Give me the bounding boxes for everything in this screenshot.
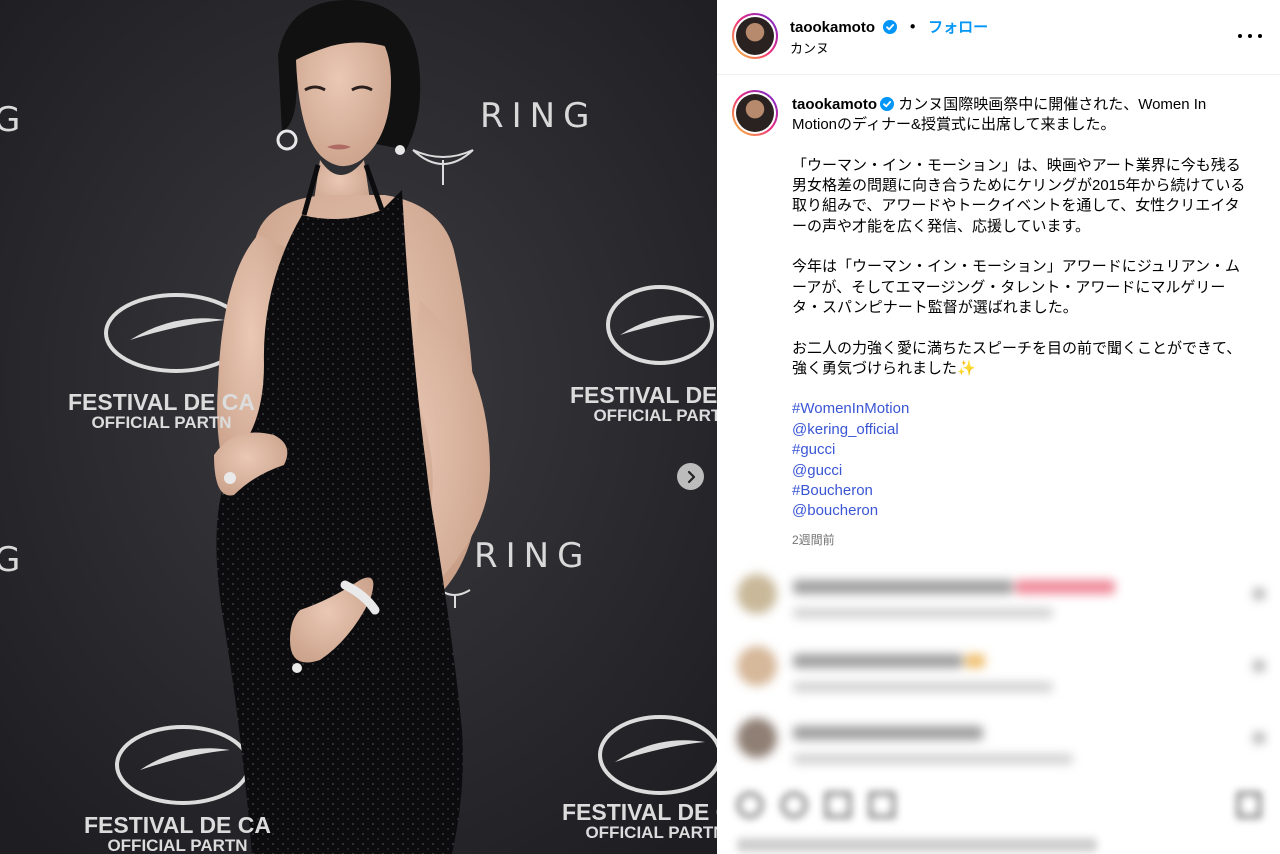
post-caption: taookamoto カンヌ国際映画祭中に開催された、Women In Moti… xyxy=(792,95,1252,522)
mention-link[interactable]: @kering_official xyxy=(792,420,1252,440)
backdrop-brand-text: RING xyxy=(480,96,598,136)
more-dot-icon xyxy=(1258,34,1262,38)
post-header: taookamoto • フォロー カンヌ xyxy=(717,0,1280,75)
comment-row xyxy=(725,570,1280,640)
post-sidebar: taookamoto • フォロー カンヌ taookamoto カンヌ国際映画… xyxy=(717,0,1280,854)
hashtag-list: #WomenInMotion @kering_official #gucci @… xyxy=(792,399,1252,521)
festival-partner: OFFICIAL PARTN xyxy=(91,413,232,433)
comment-row xyxy=(725,714,1280,784)
post-photo[interactable]: RING G RING G FESTIVAL DE CA OFFICIAL PA… xyxy=(0,0,717,854)
chevron-right-icon xyxy=(687,470,695,483)
hashtag-link[interactable]: #Boucheron xyxy=(792,481,1252,501)
location-link[interactable]: カンヌ xyxy=(790,38,829,57)
comment-icon[interactable] xyxy=(781,792,807,818)
carousel-next-button[interactable] xyxy=(677,463,704,490)
likes-line-blurred xyxy=(737,838,1097,852)
caption-username[interactable]: taookamoto xyxy=(792,96,877,113)
festival-partner: OFFICIAL PARTN xyxy=(107,836,248,854)
festival-partner: OFFICIAL PARTN xyxy=(593,406,717,426)
festival-logo-text: FESTIVAL DE CA OFFICIAL PARTN xyxy=(562,800,717,842)
comments-list-blurred xyxy=(725,562,1280,787)
festival-logo-text: FESTIVAL DE CA OFFICIAL PARTN xyxy=(570,383,717,425)
action-bar-blurred xyxy=(729,784,1269,826)
backdrop-brand-text-left: G xyxy=(0,100,29,140)
hashtag-link[interactable]: #WomenInMotion xyxy=(792,399,1252,419)
festival-name: FESTIVAL DE CA xyxy=(570,382,717,408)
verified-badge-icon xyxy=(880,97,895,111)
festival-partner: OFFICIAL PARTN xyxy=(585,823,717,843)
festival-logo-text: FESTIVAL DE CA OFFICIAL PARTN xyxy=(84,813,271,854)
hashtag-link[interactable]: #gucci xyxy=(792,440,1252,460)
mention-link[interactable]: @boucheron xyxy=(792,501,1252,521)
festival-name: FESTIVAL DE CA xyxy=(84,812,271,838)
post-timestamp: 2週間前 xyxy=(792,533,835,547)
backdrop-brand-text-lower: RING xyxy=(474,536,592,576)
like-icon[interactable] xyxy=(737,792,763,818)
header-separator: • xyxy=(908,18,918,36)
more-options-button[interactable] xyxy=(1238,27,1262,45)
more-dot-icon xyxy=(1248,34,1252,38)
caption-text-4: お二人の力強く愛に満ちたスピーチを目の前で聞くことができて、強く勇気づけられまし… xyxy=(792,339,1242,377)
follow-button[interactable]: フォロー xyxy=(928,19,988,36)
more-dot-icon xyxy=(1238,34,1242,38)
avatar[interactable] xyxy=(732,13,778,59)
festival-name: FESTIVAL DE CA xyxy=(562,799,717,825)
backdrop-brand-text-lower-left: G xyxy=(0,540,29,580)
comment-row xyxy=(725,642,1280,712)
header-username[interactable]: taookamoto xyxy=(790,19,875,36)
mention-link[interactable]: @gucci xyxy=(792,461,1252,481)
verified-badge-icon xyxy=(883,20,898,34)
caption-paragraph: taookamoto カンヌ国際映画祭中に開催された、Women In Moti… xyxy=(792,95,1252,136)
send-icon[interactable] xyxy=(869,792,895,818)
caption-text-3: 今年は「ウーマン・イン・モーション」アワードにジュリアン・ムーアが、そしてエマー… xyxy=(792,258,1241,316)
caption-avatar[interactable] xyxy=(732,90,778,136)
caption-text-2: 「ウーマン・イン・モーション」は、映画やアート業界に今も残る男女格差の問題に向き… xyxy=(792,156,1246,235)
festival-name: FESTIVAL DE CA xyxy=(68,389,255,415)
festival-logo-text: FESTIVAL DE CA OFFICIAL PARTN xyxy=(68,390,255,432)
share-icon[interactable] xyxy=(825,792,851,818)
bookmark-icon[interactable] xyxy=(1237,792,1261,818)
